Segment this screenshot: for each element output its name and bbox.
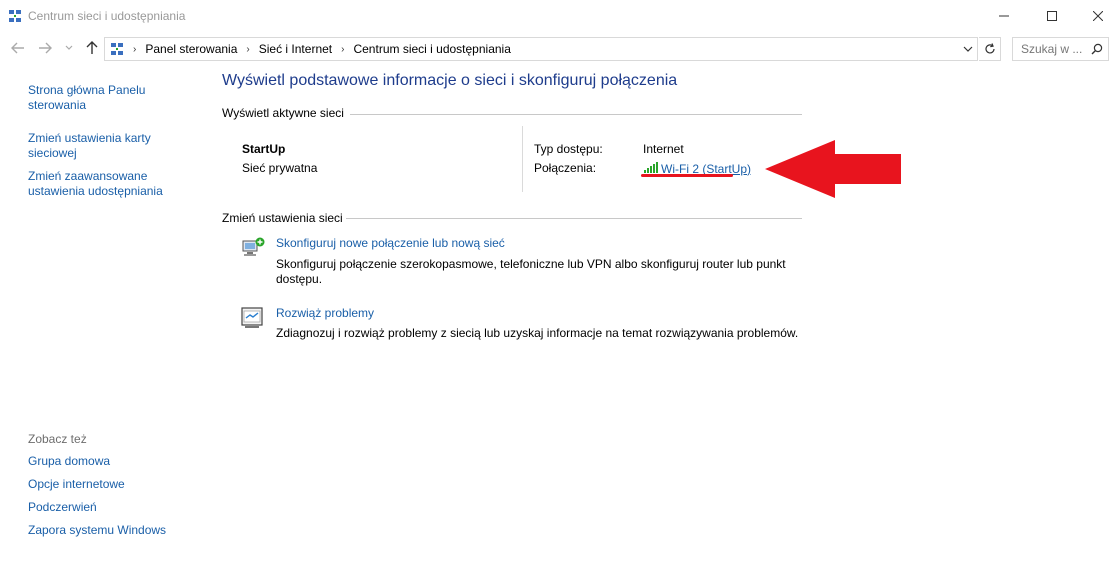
setup-new-connection-description: Skonfiguruj połączenie szerokopasmowe, t…: [276, 257, 786, 271]
navigation-bar: › Panel sterowania › Sieć i Internet › C…: [0, 34, 1119, 62]
search-box[interactable]: [1012, 37, 1109, 61]
close-button[interactable]: [1075, 0, 1119, 31]
address-bar[interactable]: › Panel sterowania › Sieć i Internet › C…: [104, 37, 978, 61]
breadcrumb-control-panel[interactable]: Panel sterowania: [145, 42, 237, 56]
recent-locations-chevron-icon[interactable]: [62, 38, 76, 58]
network-name: StartUp: [242, 142, 286, 156]
see-also-homegroup-link[interactable]: Grupa domowa: [28, 454, 110, 469]
change-advanced-sharing-link[interactable]: Zmień zaawansowane ustawienia udostępnia…: [28, 169, 178, 199]
breadcrumb-separator-icon[interactable]: ›: [133, 44, 136, 55]
see-also-heading: Zobacz też: [28, 432, 87, 446]
up-button[interactable]: [82, 38, 102, 58]
breadcrumb-separator-icon[interactable]: ›: [341, 44, 344, 55]
troubleshoot-link[interactable]: Rozwiąż problemy: [276, 306, 374, 320]
search-icon[interactable]: [1091, 43, 1103, 58]
back-button[interactable]: [8, 38, 28, 58]
window-title: Centrum sieci i udostępniania: [28, 9, 186, 23]
see-also-internet-options-link[interactable]: Opcje internetowe: [28, 477, 125, 492]
refresh-button[interactable]: [979, 37, 1001, 61]
network-category: Sieć prywatna: [242, 161, 318, 175]
control-panel-home-link[interactable]: Strona główna Panelu sterowania: [28, 83, 158, 113]
access-type-label: Typ dostępu:: [534, 142, 603, 156]
annotation-arrow-icon: [763, 138, 903, 203]
vertical-divider: [522, 126, 523, 192]
breadcrumb-separator-icon[interactable]: ›: [246, 44, 249, 55]
page-title: Wyświetl podstawowe informacje o sieci i…: [222, 72, 678, 89]
breadcrumb-network-internet[interactable]: Sieć i Internet: [259, 42, 332, 56]
maximize-button[interactable]: [1029, 0, 1075, 31]
section-divider: [350, 114, 802, 115]
setup-new-connection-link[interactable]: Skonfiguruj nowe połączenie lub nową sie…: [276, 236, 505, 250]
section-divider: [346, 218, 802, 219]
change-adapter-settings-link[interactable]: Zmień ustawienia karty sieciowej: [28, 131, 158, 161]
forward-button[interactable]: [35, 38, 55, 58]
setup-new-connection-description-2: dostępu.: [276, 272, 323, 286]
change-settings-heading: Zmień ustawienia sieci: [222, 211, 343, 225]
title-bar: Centrum sieci i udostępniania: [0, 0, 1119, 32]
network-center-icon: [8, 9, 22, 23]
left-task-pane: Strona główna Panelu sterowania Zmień us…: [0, 68, 210, 562]
breadcrumb-network-center[interactable]: Centrum sieci i udostępniania: [353, 42, 510, 56]
minimize-button[interactable]: [981, 0, 1027, 31]
annotation-underline: [641, 174, 733, 177]
troubleshoot-icon: [240, 305, 266, 331]
access-type-value: Internet: [643, 142, 684, 156]
search-input[interactable]: [1021, 42, 1091, 56]
new-connection-icon: [240, 235, 266, 261]
see-also-infrared-link[interactable]: Podczerwień: [28, 500, 97, 515]
active-networks-heading: Wyświetl aktywne sieci: [222, 106, 344, 120]
see-also-firewall-link[interactable]: Zapora systemu Windows: [28, 523, 166, 538]
connections-label: Połączenia:: [534, 161, 597, 175]
troubleshoot-description: Zdiagnozuj i rozwiąż problemy z siecią l…: [276, 326, 799, 340]
network-center-icon: [110, 42, 124, 56]
address-dropdown-icon[interactable]: [961, 42, 975, 56]
